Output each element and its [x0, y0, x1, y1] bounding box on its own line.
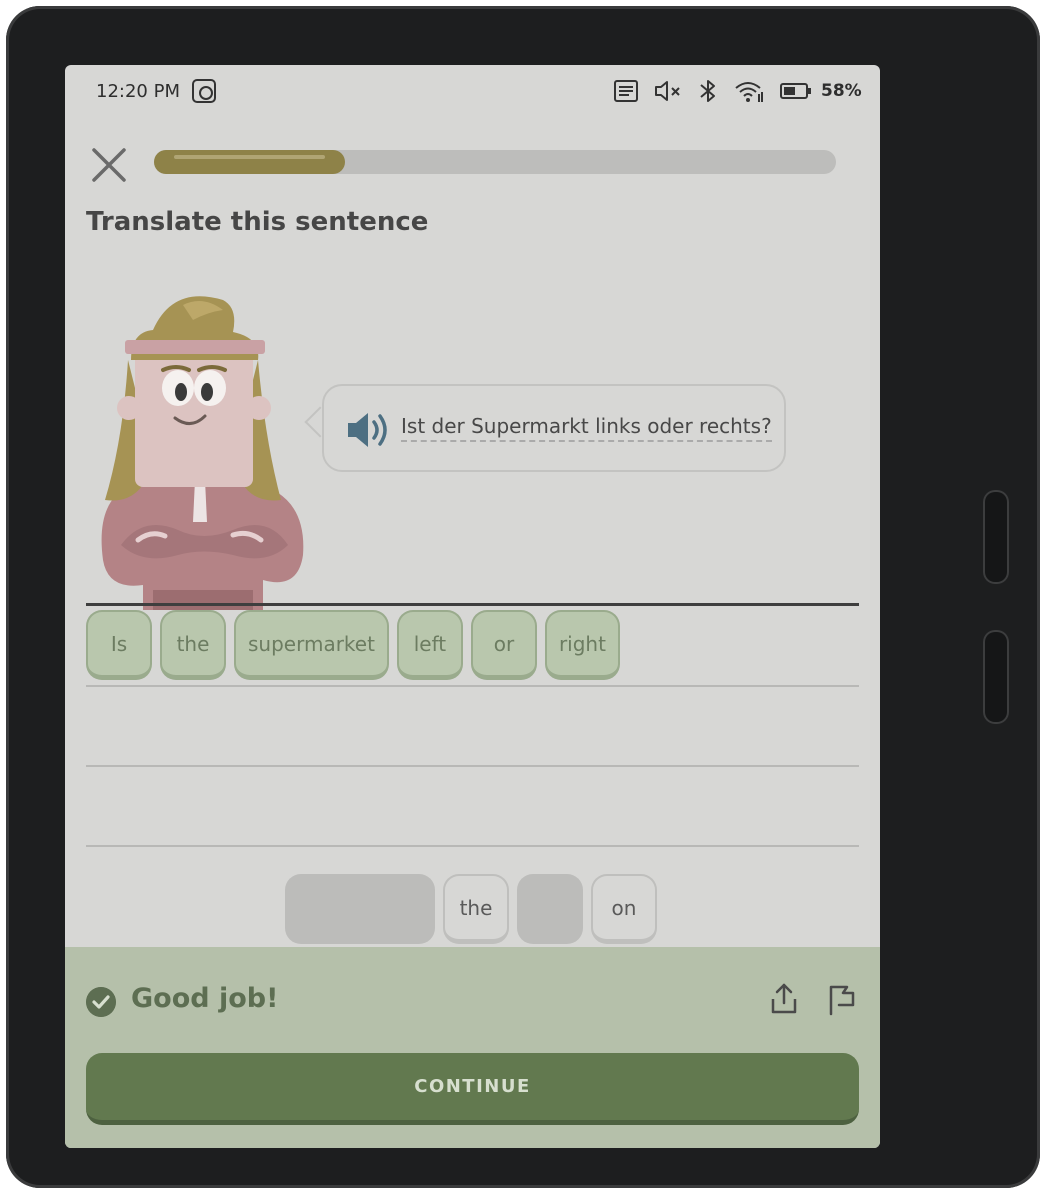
answer-tile[interactable]: left: [396, 610, 463, 680]
close-icon[interactable]: [89, 145, 129, 185]
character-illustration: [101, 296, 304, 610]
answer-tiles: Is the supermarket left or right: [86, 610, 620, 680]
answer-tile[interactable]: or: [470, 610, 537, 680]
mute-icon: [655, 81, 680, 101]
word-bank-empty-slot: [517, 874, 583, 944]
answer-tile[interactable]: Is: [86, 610, 152, 680]
word-bank-empty-slot: [285, 874, 435, 944]
exercise-instruction: Translate this sentence: [86, 207, 429, 237]
battery-icon: [780, 83, 811, 99]
status-icons: 58%: [613, 77, 862, 105]
ereader-device: 12:20 PM 58% Translate this sentence Ist…: [6, 6, 1040, 1188]
bluetooth-icon: [700, 80, 715, 102]
lesson-progress-fill: [154, 150, 345, 174]
answer-line-top: [86, 603, 859, 606]
share-icon[interactable]: [768, 981, 800, 1017]
speech-bubble: Ist der Supermarkt links oder rechts?: [322, 384, 786, 472]
screen: 12:20 PM 58% Translate this sentence Ist…: [65, 65, 880, 1148]
word-bank-tile[interactable]: the: [443, 874, 509, 944]
word-bank-tile[interactable]: on: [591, 874, 657, 944]
speaker-icon[interactable]: [344, 410, 392, 450]
page-back-button[interactable]: [983, 630, 1009, 724]
answer-line: [86, 765, 859, 767]
continue-button[interactable]: CONTINUE: [86, 1053, 859, 1125]
feedback-title: Good job!: [131, 983, 279, 1014]
wifi-icon: [735, 82, 763, 102]
app-icon: [192, 79, 216, 103]
status-time: 12:20 PM: [96, 81, 180, 102]
answer-line: [86, 845, 859, 847]
lesson-progress-bar: [154, 150, 836, 174]
word-bank: the on: [285, 874, 657, 944]
reader-icon: [614, 80, 638, 102]
prompt-sentence[interactable]: Ist der Supermarkt links oder rechts?: [401, 414, 772, 442]
answer-line: [86, 685, 859, 687]
answer-tile[interactable]: the: [160, 610, 226, 680]
report-flag-icon[interactable]: [825, 981, 857, 1017]
answer-area: Is the supermarket left or right: [86, 603, 859, 853]
answer-tile[interactable]: right: [544, 610, 620, 680]
answer-tile[interactable]: supermarket: [234, 610, 389, 680]
feedback-panel: Good job! CONTINUE: [65, 947, 880, 1148]
check-circle-icon: [86, 987, 116, 1017]
battery-percent: 58%: [821, 81, 862, 101]
page-forward-button[interactable]: [983, 490, 1009, 584]
status-bar: 12:20 PM 58%: [65, 65, 880, 117]
